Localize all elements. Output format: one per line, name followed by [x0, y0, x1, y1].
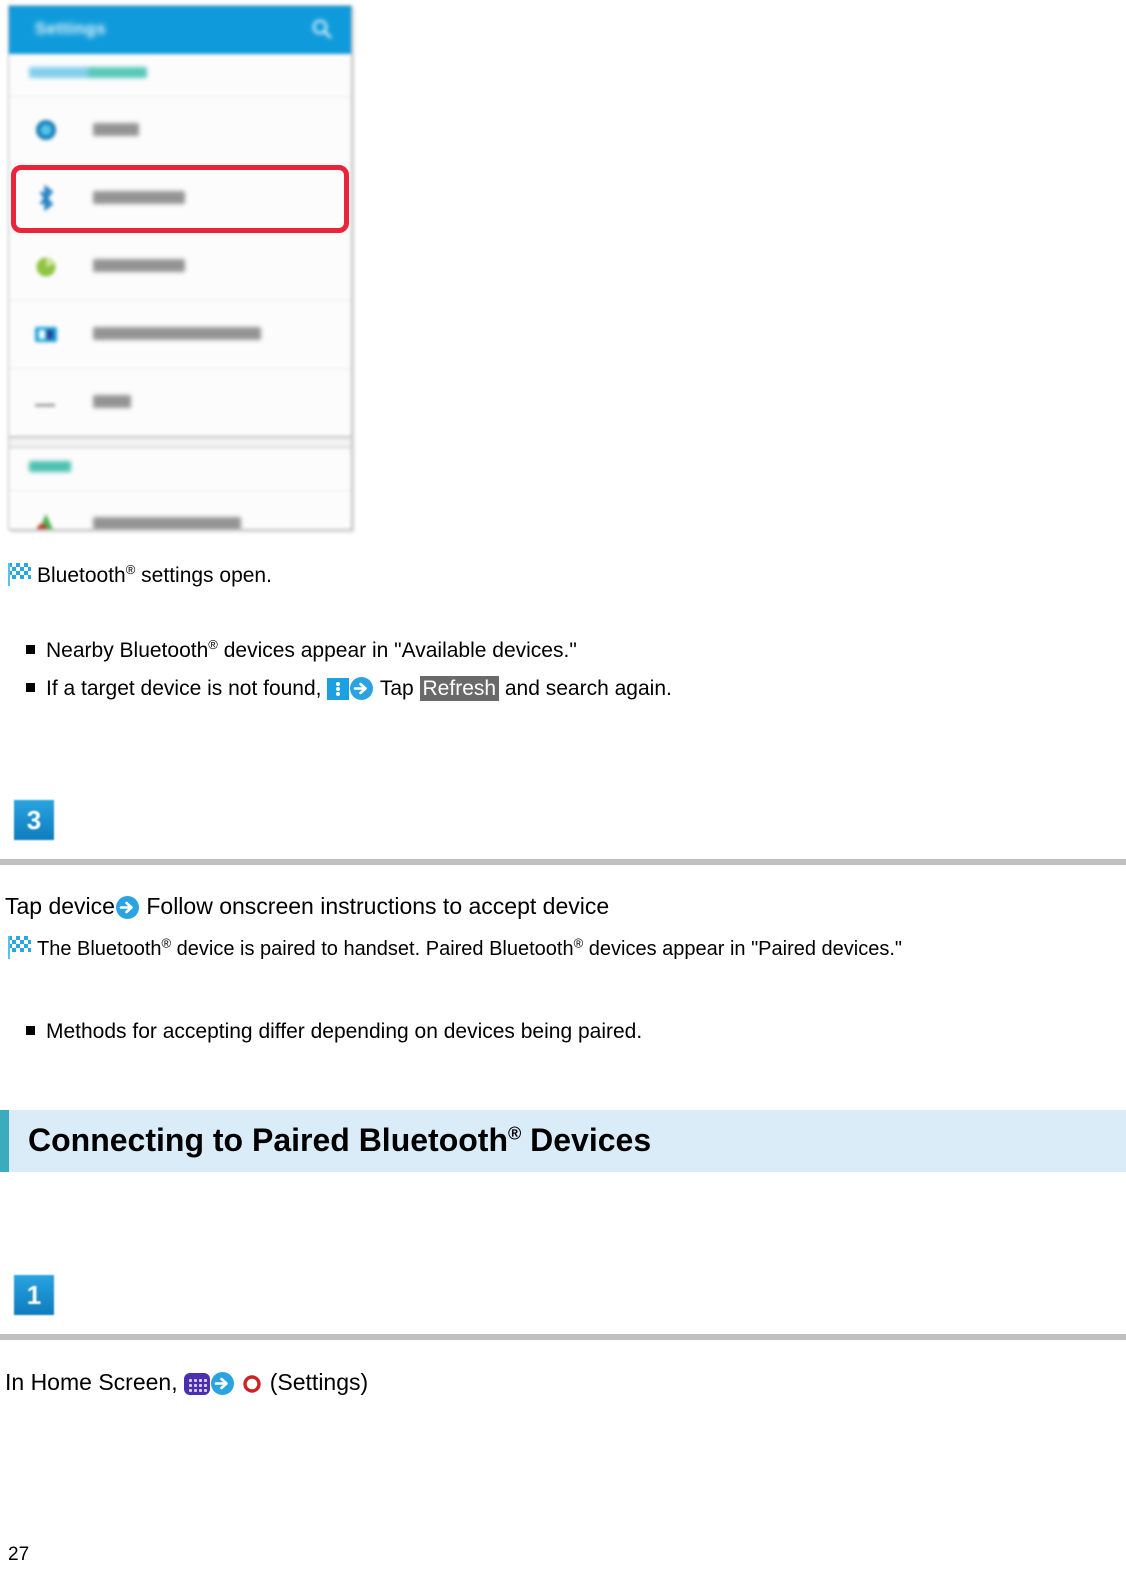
app-drawer-icon[interactable] — [183, 1373, 210, 1395]
section-heading-pre: Connecting to Paired Bluetooth — [28, 1122, 508, 1158]
registered-mark: ® — [208, 637, 218, 652]
settings-row-label — [93, 395, 131, 408]
settings-row-data-usage[interactable] — [9, 232, 351, 300]
step1-instruction: In Home Screen, (Settings) — [5, 1368, 368, 1396]
step3-note: Methods for accepting differ depending o… — [26, 1018, 642, 1046]
settings-row-label — [93, 259, 185, 272]
section-heading-connecting: Connecting to Paired Bluetooth® Devices — [0, 1110, 1126, 1172]
settings-row-more[interactable] — [9, 368, 351, 436]
step3-result-part1: The Bluetooth — [37, 938, 162, 960]
step-badge-3: 3 — [14, 800, 54, 840]
step3-result-part2: device is paired to handset. Paired Blue… — [171, 938, 574, 960]
note-text-pre: Nearby Bluetooth — [46, 639, 209, 662]
bullet-icon — [26, 645, 35, 654]
step-badge-1: 1 — [14, 1275, 54, 1315]
settings-gear-icon[interactable] — [241, 1373, 263, 1395]
bullet-icon — [26, 683, 35, 692]
arrow-right-icon — [210, 1371, 235, 1396]
overflow-menu-icon[interactable] — [327, 678, 350, 700]
page-number: 27 — [8, 1544, 30, 1565]
section-heading-accent-bar — [0, 1110, 9, 1172]
data-usage-icon — [33, 252, 59, 280]
step3-instruction-post: Follow onscreen instructions to accept d… — [139, 893, 610, 919]
note-refresh-tap: Tap — [379, 677, 414, 700]
registered-mark: ® — [507, 1123, 522, 1144]
step3-result-line: The Bluetooth® device is paired to hands… — [8, 935, 902, 963]
bluetooth-row-highlight — [11, 165, 349, 233]
wifi-icon — [33, 116, 59, 144]
group-divider — [9, 437, 351, 448]
step3-instruction-pre: Tap device — [5, 893, 115, 919]
section-header-label — [29, 67, 147, 78]
refresh-key-label[interactable]: Refresh — [419, 676, 500, 701]
note-refresh: If a target device is not found, Tap Ref… — [26, 675, 672, 703]
settings-row-label — [93, 517, 241, 529]
bullet-icon — [26, 1026, 35, 1035]
result-text-post: settings open. — [135, 564, 272, 587]
section-header-device — [9, 448, 351, 490]
checkered-flag-icon — [8, 936, 31, 959]
registered-mark: ® — [573, 935, 584, 951]
step1-instruction-pre: In Home Screen, — [5, 1369, 184, 1395]
step3-instruction: Tap device Follow onscreen instructions … — [5, 892, 609, 920]
result-text-pre: Bluetooth — [37, 564, 126, 587]
step3-result-part3: devices appear in "Paired devices." — [583, 938, 903, 960]
connectivity-icon — [33, 320, 59, 348]
settings-row-wifi[interactable] — [9, 96, 351, 164]
registered-mark: ® — [125, 562, 136, 577]
step3-note-text: Methods for accepting differ depending o… — [46, 1020, 643, 1043]
section-heading-post: Devices — [521, 1122, 652, 1158]
settings-row-label — [93, 327, 261, 340]
note-refresh-post: and search again. — [499, 677, 672, 700]
more-icon — [33, 397, 59, 407]
wireless-networks-group — [9, 54, 351, 437]
note-available-devices: Nearby Bluetooth® devices appear in "Ava… — [26, 637, 577, 665]
personalize-icon — [33, 510, 59, 529]
note-text-post: devices appear in "Available devices." — [217, 639, 577, 662]
checkered-flag-icon — [8, 563, 31, 586]
registered-mark: ® — [161, 935, 172, 951]
device-group — [9, 448, 351, 529]
note-refresh-pre: If a target device is not found, — [46, 677, 328, 700]
result-line-bluetooth-open: Bluetooth® settings open. — [8, 562, 272, 590]
search-icon[interactable] — [311, 18, 333, 40]
arrow-right-icon — [349, 676, 374, 701]
step1-instruction-post: (Settings) — [263, 1369, 369, 1395]
settings-row-label — [93, 123, 139, 136]
settings-row-personalization[interactable] — [9, 490, 351, 529]
step1-divider — [0, 1334, 1126, 1340]
settings-row-connectivity[interactable] — [9, 300, 351, 368]
section-header-wireless — [9, 54, 351, 96]
section-heading-text: Connecting to Paired Bluetooth® Devices — [28, 1122, 651, 1159]
phone-screenshot: Settings — [8, 5, 352, 530]
section-header-label — [29, 461, 71, 472]
step3-divider — [0, 859, 1126, 865]
phone-title: Settings — [35, 19, 107, 38]
phone-titlebar: Settings — [9, 6, 351, 54]
arrow-right-icon — [115, 895, 140, 920]
